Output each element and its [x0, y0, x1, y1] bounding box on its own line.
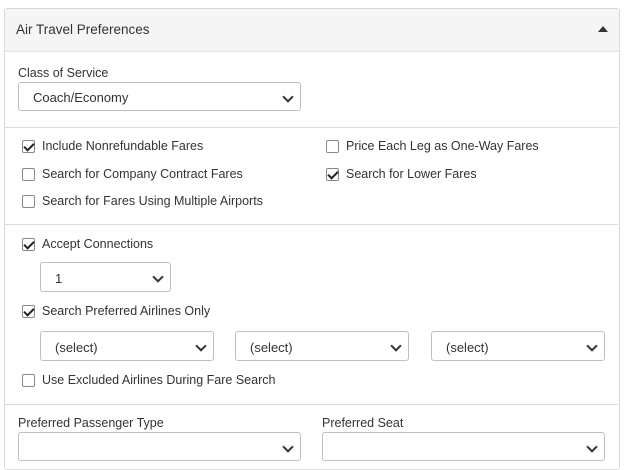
chevron-down-icon	[152, 271, 164, 283]
preferred-airline-value-3: (select)	[446, 340, 489, 355]
company-contract-checkbox[interactable]	[22, 168, 35, 181]
preferred-passenger-type-label: Preferred Passenger Type	[18, 416, 164, 430]
connections-count-value: 1	[55, 271, 63, 286]
accept-connections-label: Accept Connections	[42, 237, 154, 251]
preferred-airline-select-3[interactable]: (select)	[431, 331, 605, 361]
divider	[4, 224, 618, 225]
use-excluded-airlines-checkbox[interactable]	[22, 374, 35, 387]
preferred-airlines-only-label: Search Preferred Airlines Only	[42, 304, 211, 318]
preferred-airline-value-1: (select)	[55, 340, 98, 355]
chevron-down-icon	[586, 340, 598, 352]
chevron-down-icon	[195, 340, 207, 352]
class-of-service-value: Coach/Economy	[33, 90, 129, 105]
preferred-airline-select-2[interactable]: (select)	[235, 331, 409, 361]
chevron-down-icon	[282, 91, 294, 103]
preferred-airline-value-2: (select)	[250, 340, 293, 355]
preferred-passenger-type-select[interactable]	[18, 432, 301, 461]
preferred-airline-select-1[interactable]: (select)	[40, 331, 214, 361]
preferred-seat-label: Preferred Seat	[322, 416, 404, 430]
chevron-down-icon	[282, 441, 294, 453]
include-nonrefundable-checkbox[interactable]	[22, 140, 35, 153]
include-nonrefundable-label: Include Nonrefundable Fares	[42, 139, 204, 153]
chevron-down-icon	[390, 340, 402, 352]
chevron-down-icon	[586, 441, 598, 453]
use-excluded-airlines-label: Use Excluded Airlines During Fare Search	[42, 373, 276, 387]
price-each-leg-label: Price Each Leg as One-Way Fares	[346, 139, 539, 153]
connections-count-select[interactable]: 1	[40, 262, 171, 292]
divider	[4, 127, 618, 128]
multiple-airports-label: Search for Fares Using Multiple Airports	[42, 194, 263, 208]
preferred-airlines-only-checkbox[interactable]	[22, 305, 35, 318]
panel-header[interactable]: Air Travel Preferences	[5, 9, 619, 52]
multiple-airports-checkbox[interactable]	[22, 195, 35, 208]
panel-title: Air Travel Preferences	[16, 22, 150, 37]
divider	[4, 404, 618, 405]
caret-up-icon[interactable]	[598, 26, 608, 32]
class-of-service-select[interactable]: Coach/Economy	[18, 82, 301, 111]
company-contract-label: Search for Company Contract Fares	[42, 167, 243, 181]
lower-fares-checkbox[interactable]	[326, 168, 339, 181]
price-each-leg-checkbox[interactable]	[326, 140, 339, 153]
preferred-seat-select[interactable]	[322, 432, 605, 461]
class-of-service-label: Class of Service	[18, 66, 109, 80]
lower-fares-label: Search for Lower Fares	[346, 167, 477, 181]
accept-connections-checkbox[interactable]	[22, 238, 35, 251]
